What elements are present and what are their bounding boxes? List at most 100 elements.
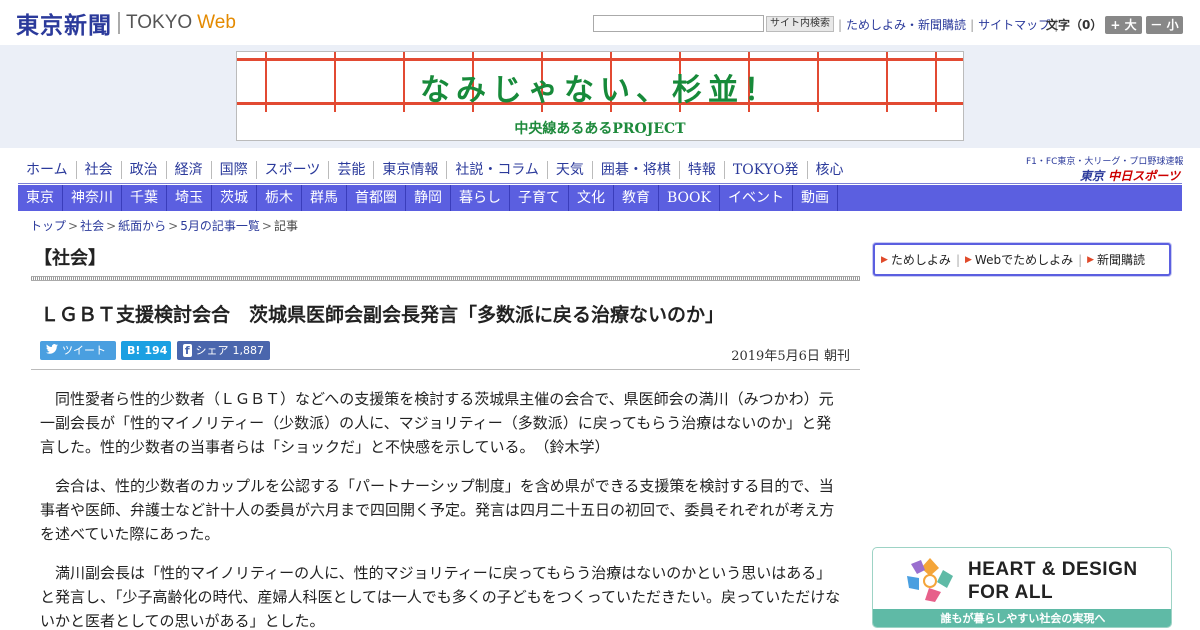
heart-ad-footer: 誰もが暮らしやすい社会の実現へ — [873, 609, 1171, 627]
tweet-label: ツイート — [62, 344, 106, 357]
nav-item-politics[interactable]: 政治 — [122, 161, 167, 179]
sitemap-link[interactable]: サイトマップ — [978, 16, 1050, 33]
region-item-education[interactable]: 教育 — [614, 185, 659, 211]
region-item-event[interactable]: イベント — [720, 185, 793, 211]
region-item-tokyo[interactable]: 東京 — [18, 185, 63, 211]
article-body: 同性愛者ら性的少数者（ＬＧＢＴ）などへの支援策を検討する茨城県主催の会合で、県医… — [40, 387, 844, 630]
font-size-smaller-button[interactable]: － 小 — [1146, 16, 1183, 34]
region-item-tochigi[interactable]: 栃木 — [257, 185, 302, 211]
heart-ad-title-line1: HEART & DESIGN — [968, 559, 1138, 580]
region-item-gunma[interactable]: 群馬 — [302, 185, 347, 211]
region-item-living[interactable]: 暮らし — [451, 185, 510, 211]
banner-area: なみじゃない、杉並！ 中央線あるあるPROJECT — [0, 45, 1200, 148]
logo-tokyo-text: TOKYO — [126, 12, 193, 33]
chunichi-sports-link[interactable]: F1・FC東京・大リーグ・プロ野球速報 東京 中日スポーツ — [1026, 154, 1184, 184]
chunichi-sports-logo: 東京 中日スポーツ — [1026, 167, 1180, 184]
chunichi-logo-name: 中日スポーツ — [1108, 169, 1180, 183]
nav-item-go-shogi[interactable]: 囲碁・将棋 — [593, 161, 680, 179]
section-label: 【社会】 — [34, 248, 106, 269]
nav-item-tokyo-info[interactable]: 東京情報 — [374, 161, 448, 179]
tweet-button[interactable]: ツイート — [40, 341, 116, 360]
triangle-right-icon: ▶ — [964, 254, 972, 265]
nav-item-international[interactable]: 国際 — [212, 161, 257, 179]
twitter-bird-icon — [46, 341, 58, 360]
region-item-video[interactable]: 動画 — [793, 185, 838, 211]
main-nav: ホーム 社会 政治 経済 国際 スポーツ 芸能 東京情報 社説・コラム 天気 囲… — [18, 158, 852, 182]
nav-item-sports[interactable]: スポーツ — [257, 161, 330, 179]
site-search-input[interactable] — [593, 15, 764, 32]
hatena-bookmark-icon: B! — [127, 344, 141, 357]
region-item-culture[interactable]: 文化 — [569, 185, 614, 211]
heart-ad-title-line2: FOR ALL — [968, 582, 1054, 603]
nav-item-society[interactable]: 社会 — [77, 161, 122, 179]
region-item-parenting[interactable]: 子育て — [510, 185, 569, 211]
breadcrumb-from-paper[interactable]: 紙面から — [118, 219, 166, 233]
subscribe-link[interactable]: ▶ 新聞購読 — [1087, 251, 1145, 268]
triangle-right-icon: ▶ — [881, 254, 888, 265]
link-separator: | — [955, 252, 960, 267]
region-item-saitama[interactable]: 埼玉 — [167, 185, 212, 211]
article-headline: ＬＧＢＴ支援検討会合 茨城県医師会副会長発言「多数派に戻る治療ないのか」 — [40, 304, 725, 326]
nav-item-tokyo-hatsu[interactable]: TOKYO発 — [725, 161, 808, 179]
region-item-book[interactable]: BOOK — [659, 185, 720, 211]
nav-item-entertainment[interactable]: 芸能 — [329, 161, 375, 179]
breadcrumb-may-articles[interactable]: 5月の記事一覧 — [180, 219, 260, 233]
heart-design-logo-icon — [907, 558, 953, 602]
hatena-bookmark-button[interactable]: B! 194 — [121, 341, 171, 360]
nav-item-core[interactable]: 核心 — [808, 161, 852, 179]
publish-date: 2019年5月6日 朝刊 — [731, 349, 850, 364]
article-paragraph: 会合は、性的少数者のカップルを公認する「パートナーシップ制度」を含め県ができる支… — [40, 477, 835, 543]
article-paragraph: 満川副会長は「性的マイノリティーの人に、性的マジョリティーに戻ってもらう治療はな… — [40, 564, 841, 630]
hatena-count: 194 — [144, 344, 168, 357]
region-item-ibaraki[interactable]: 茨城 — [212, 185, 257, 211]
region-item-chiba[interactable]: 千葉 — [122, 185, 167, 211]
nav-item-home[interactable]: ホーム — [18, 161, 77, 179]
link-separator: | — [838, 17, 843, 32]
breadcrumb-top[interactable]: トップ — [30, 219, 66, 233]
subscribe-box: ▶ ためしよみ | ▶ Webでためしよみ | ▶ 新聞購読 — [873, 243, 1171, 276]
chunichi-logo-prefix: 東京 — [1080, 169, 1105, 183]
breadcrumb-society[interactable]: 社会 — [80, 219, 104, 233]
font-size-label: 文字（0） — [1046, 18, 1103, 32]
breadcrumb-current: 記事 — [273, 219, 298, 233]
region-item-shutoken[interactable]: 首都圏 — [347, 185, 406, 211]
logo-divider — [118, 12, 120, 34]
nav-item-weather[interactable]: 天気 — [548, 161, 593, 179]
nav-divider — [18, 183, 1182, 184]
banner-title: なみじゃない、杉並！ — [420, 73, 780, 108]
fb-share-label: シェア — [195, 344, 229, 357]
date-divider — [31, 369, 860, 370]
link-separator: | — [970, 17, 975, 32]
chunichi-sports-tagline: F1・FC東京・大リーグ・プロ野球速報 — [1026, 157, 1184, 167]
web-trial-read-link[interactable]: ▶ Webでためしよみ — [965, 251, 1073, 268]
trial-read-link[interactable]: ▶ ためしよみ — [881, 251, 951, 268]
link-separator: | — [1078, 252, 1083, 267]
header-links: | ためしよみ・新聞購読 | サイトマップ | — [834, 16, 1062, 33]
triangle-right-icon: ▶ — [1087, 254, 1095, 265]
banner-subtitle: 中央線あるあるPROJECT — [514, 121, 686, 137]
fb-share-count: 1,887 — [232, 344, 265, 357]
nav-item-economy[interactable]: 経済 — [167, 161, 212, 179]
site-search-button[interactable]: サイト内検索 — [766, 16, 834, 32]
logo-web-text: Web — [197, 12, 236, 33]
breadcrumb: トップ > 社会 > 紙面から >5月の記事一覧 > 記事 — [30, 219, 298, 233]
site-logo[interactable]: 東京新聞 TOKYO Web — [16, 9, 236, 39]
facebook-icon: f — [183, 344, 192, 357]
section-divider — [31, 276, 860, 281]
trial-read-label: ためしよみ — [890, 253, 951, 267]
ad-banner-suginami[interactable]: なみじゃない、杉並！ 中央線あるあるPROJECT — [236, 51, 964, 141]
facebook-share-button[interactable]: f シェア 1,887 — [177, 341, 270, 360]
region-item-kanagawa[interactable]: 神奈川 — [63, 185, 122, 211]
font-size-larger-button[interactable]: + 大 — [1105, 16, 1142, 34]
heart-design-ad[interactable]: HEART & DESIGN FOR ALL 誰もが暮らしやすい社会の実現へ — [872, 547, 1172, 628]
nav-item-special-report[interactable]: 特報 — [680, 161, 725, 179]
trial-subscribe-link[interactable]: ためしよみ・新聞購読 — [846, 16, 966, 33]
logo-tokyo-shimbun: 東京新聞 — [16, 12, 112, 39]
nav-item-editorial[interactable]: 社説・コラム — [447, 161, 548, 179]
region-nav: 東京 神奈川 千葉 埼玉 茨城 栃木 群馬 首都圏 静岡 暮らし 子育て 文化 … — [18, 185, 1182, 211]
subscribe-label: 新聞購読 — [1097, 253, 1146, 267]
site-header: 東京新聞 TOKYO Web サイト内検索 | ためしよみ・新聞購読 | サイト… — [0, 0, 1200, 45]
web-trial-read-label: Webでためしよみ — [974, 253, 1074, 267]
article-paragraph: 同性愛者ら性的少数者（ＬＧＢＴ）などへの支援策を検討する茨城県主催の会合で、県医… — [40, 390, 834, 456]
region-item-shizuoka[interactable]: 静岡 — [406, 185, 451, 211]
